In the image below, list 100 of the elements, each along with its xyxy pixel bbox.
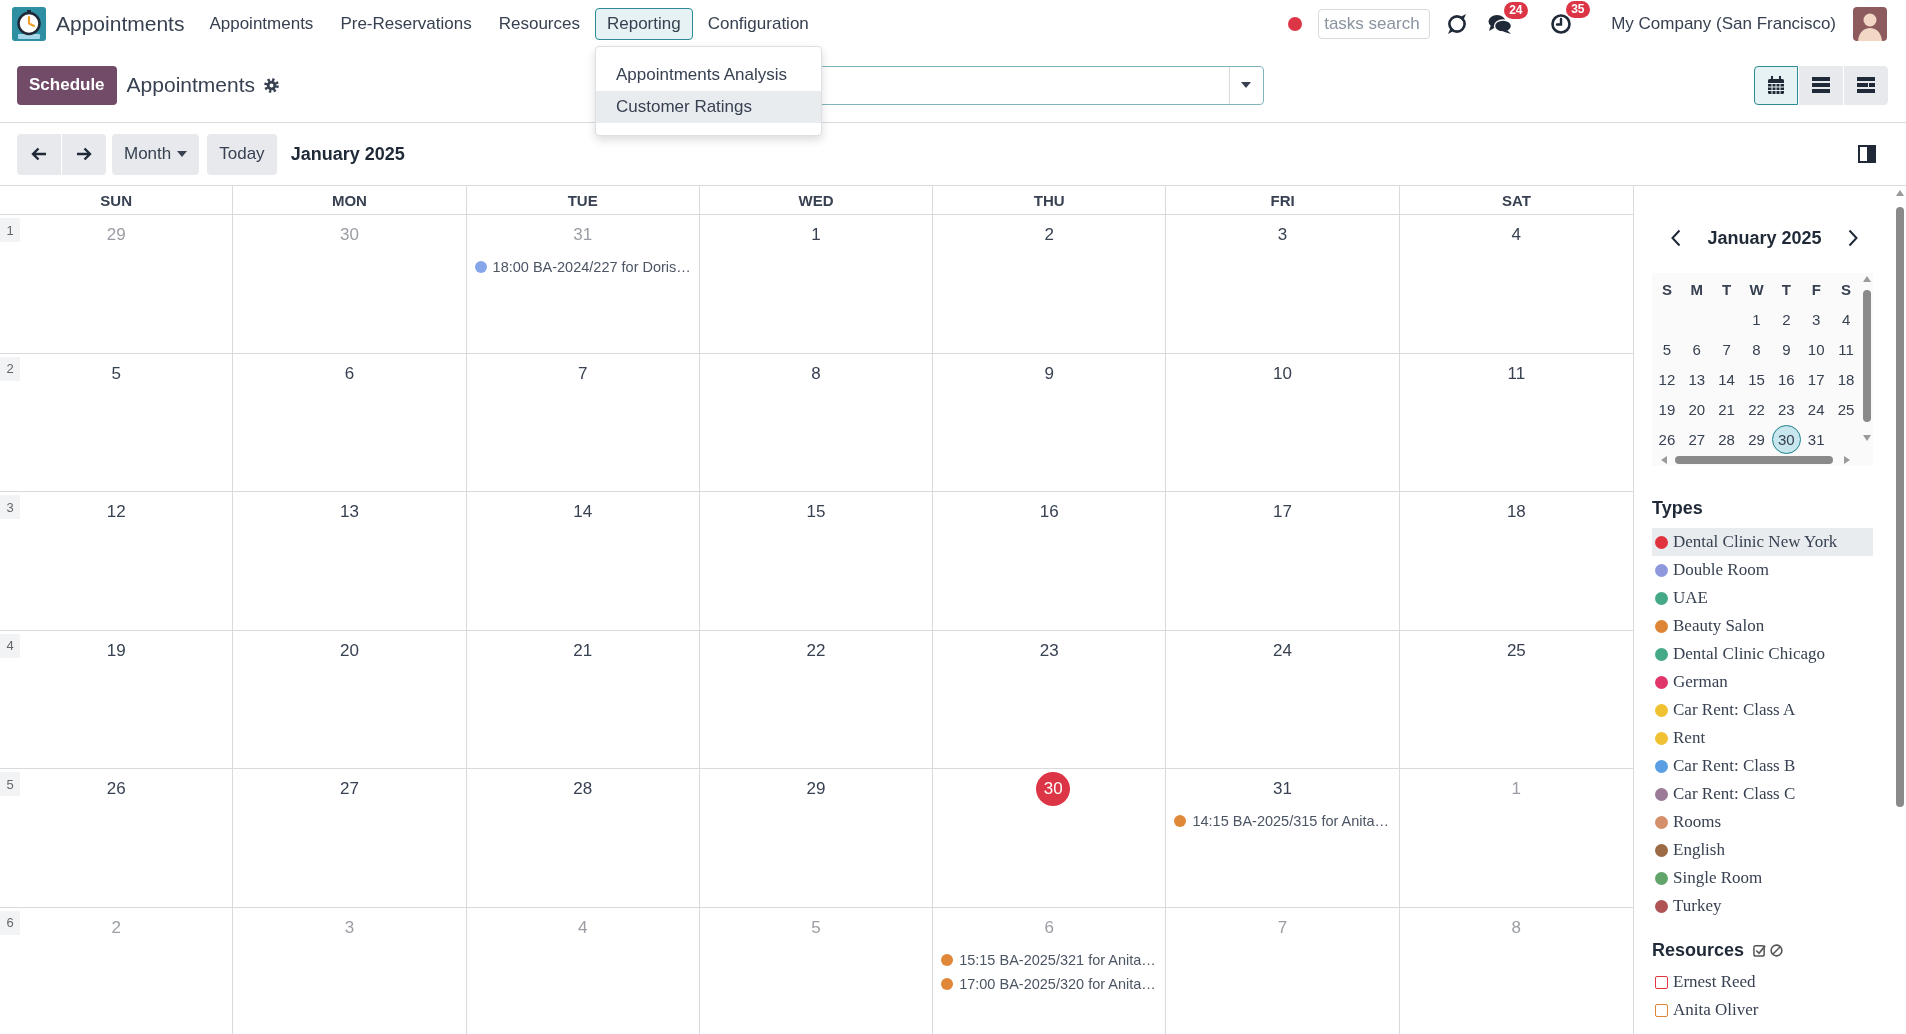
day-number[interactable]: 17 <box>1273 502 1292 523</box>
checkbox[interactable] <box>1655 975 1668 989</box>
chat-icon[interactable] <box>1488 14 1513 34</box>
checkbox[interactable] <box>1655 1003 1668 1017</box>
tasks-search-field[interactable]: tasks search <box>1318 9 1431 39</box>
day-number[interactable]: 22 <box>806 640 826 661</box>
day-number[interactable]: 4 <box>1511 225 1522 245</box>
day-number[interactable]: 16 <box>1039 502 1059 523</box>
mini-day[interactable]: 10 <box>1801 334 1831 364</box>
menu-item[interactable]: Pre-Reservations <box>328 8 484 40</box>
type-filter[interactable]: Turkey <box>1652 892 1873 920</box>
day-number[interactable]: 19 <box>106 640 126 661</box>
type-filter[interactable]: Rooms <box>1652 808 1873 836</box>
view-button[interactable] <box>1754 65 1798 105</box>
checkbox-tick-icon[interactable] <box>1753 943 1767 957</box>
day-number[interactable]: 3 <box>1277 225 1288 245</box>
day-number[interactable]: 8 <box>811 363 821 384</box>
type-filter[interactable]: UAE <box>1652 584 1873 612</box>
menu-item[interactable]: Reporting <box>594 8 693 40</box>
clock-icon[interactable] <box>1550 13 1573 35</box>
day-number[interactable]: 18 <box>1506 502 1526 523</box>
mini-day[interactable]: 17 <box>1801 364 1831 394</box>
day-number[interactable]: 2 <box>1044 225 1054 245</box>
day-number[interactable]: 31 <box>1273 779 1292 800</box>
day-number[interactable]: 7 <box>577 363 588 384</box>
menu-item[interactable]: Appointments <box>197 8 326 40</box>
day-number[interactable]: 1 <box>811 225 821 245</box>
mini-day[interactable]: 23 <box>1771 394 1801 424</box>
mini-day[interactable]: 9 <box>1771 334 1801 364</box>
next-button[interactable] <box>62 133 106 175</box>
day-number[interactable]: 21 <box>573 640 593 661</box>
day-number[interactable]: 26 <box>106 779 126 800</box>
day-number[interactable]: 25 <box>1506 640 1526 661</box>
day-number[interactable]: 29 <box>806 779 826 800</box>
mini-day[interactable]: 24 <box>1801 394 1831 424</box>
resource-filter[interactable]: Anita Oliver <box>1652 996 1873 1024</box>
type-filter[interactable]: Rent <box>1652 724 1873 752</box>
company-switcher[interactable]: My Company (San Francisco) <box>1611 14 1836 34</box>
mini-day[interactable]: 18 <box>1831 364 1861 394</box>
mini-day[interactable]: 29 <box>1742 424 1771 454</box>
schedule-button[interactable]: Schedule <box>17 65 117 105</box>
mini-day[interactable]: 13 <box>1682 364 1712 394</box>
mini-day[interactable]: 8 <box>1742 334 1771 364</box>
day-number[interactable]: 28 <box>573 779 593 800</box>
mini-day[interactable]: 21 <box>1712 394 1742 424</box>
day-number[interactable]: 13 <box>339 502 359 523</box>
mini-day[interactable]: 30 <box>1771 424 1801 454</box>
menu-item[interactable]: Configuration <box>695 8 821 40</box>
day-number[interactable]: 23 <box>1039 640 1059 661</box>
status-dot-icon[interactable] <box>1288 17 1303 31</box>
mini-day[interactable]: 28 <box>1712 424 1742 454</box>
calendar-event[interactable]: 15:15 BA-2025/321 for Anita… <box>941 947 1162 972</box>
type-filter[interactable]: Single Room <box>1652 864 1873 892</box>
day-number[interactable]: 9 <box>1044 363 1054 384</box>
mini-day[interactable]: 6 <box>1682 334 1712 364</box>
mini-day[interactable]: 4 <box>1831 304 1861 334</box>
mini-day[interactable]: 1 <box>1742 304 1771 334</box>
type-filter[interactable]: Car Rent: Class C <box>1652 780 1873 808</box>
type-filter[interactable]: Car Rent: Class A <box>1652 696 1873 724</box>
type-filter[interactable]: Double Room <box>1652 556 1873 584</box>
scale-dropdown[interactable]: Month <box>112 133 200 175</box>
mini-day[interactable]: 22 <box>1742 394 1771 424</box>
day-number[interactable]: 10 <box>1273 363 1292 384</box>
mini-day[interactable]: 31 <box>1801 424 1831 454</box>
calendar-event[interactable]: 14:15 BA-2025/315 for Anita… <box>1174 809 1395 834</box>
resource-filter[interactable]: Ernest Reed <box>1652 968 1873 996</box>
mini-day[interactable]: 14 <box>1712 364 1742 394</box>
mini-day[interactable]: 3 <box>1801 304 1831 334</box>
previous-button[interactable] <box>17 133 61 175</box>
mini-day[interactable]: 7 <box>1712 334 1742 364</box>
day-number[interactable]: 14 <box>573 502 593 523</box>
calendar-event[interactable]: 17:00 BA-2025/320 for Anita… <box>941 971 1162 996</box>
ban-icon[interactable] <box>1770 943 1784 957</box>
user-avatar[interactable] <box>1853 7 1887 41</box>
day-number[interactable]: 15 <box>806 502 826 523</box>
calendar-event[interactable]: 18:00 BA-2024/227 for Doris… <box>474 255 695 279</box>
day-number[interactable]: 27 <box>339 779 359 800</box>
settings-icon[interactable] <box>264 77 279 93</box>
ring-icon[interactable] <box>1446 13 1469 35</box>
app-logo-icon[interactable] <box>12 7 46 41</box>
chevron-right-icon[interactable] <box>1848 229 1858 247</box>
day-number[interactable]: 5 <box>111 363 121 384</box>
mini-day[interactable]: 19 <box>1652 394 1682 424</box>
type-filter[interactable]: Dental Clinic Chicago <box>1652 640 1873 668</box>
mini-day[interactable]: 26 <box>1652 424 1682 454</box>
type-filter[interactable]: German <box>1652 668 1873 696</box>
mini-day[interactable]: 12 <box>1652 364 1682 394</box>
day-number[interactable]: 30 <box>1036 772 1071 807</box>
day-number[interactable]: 24 <box>1273 640 1292 661</box>
mini-day[interactable]: 2 <box>1771 304 1801 334</box>
mini-day[interactable]: 11 <box>1831 334 1861 364</box>
menu-item[interactable]: Resources <box>486 8 592 40</box>
mini-day[interactable]: 16 <box>1771 364 1801 394</box>
type-filter[interactable]: Dental Clinic New York <box>1652 528 1873 556</box>
dropdown-item[interactable]: Customer Ratings <box>595 91 821 123</box>
day-number[interactable]: 20 <box>339 640 359 661</box>
type-filter[interactable]: Beauty Salon <box>1652 612 1873 640</box>
type-filter[interactable]: Car Rent: Class B <box>1652 752 1873 780</box>
chevron-left-icon[interactable] <box>1671 229 1681 247</box>
day-number[interactable]: 11 <box>1507 363 1526 384</box>
